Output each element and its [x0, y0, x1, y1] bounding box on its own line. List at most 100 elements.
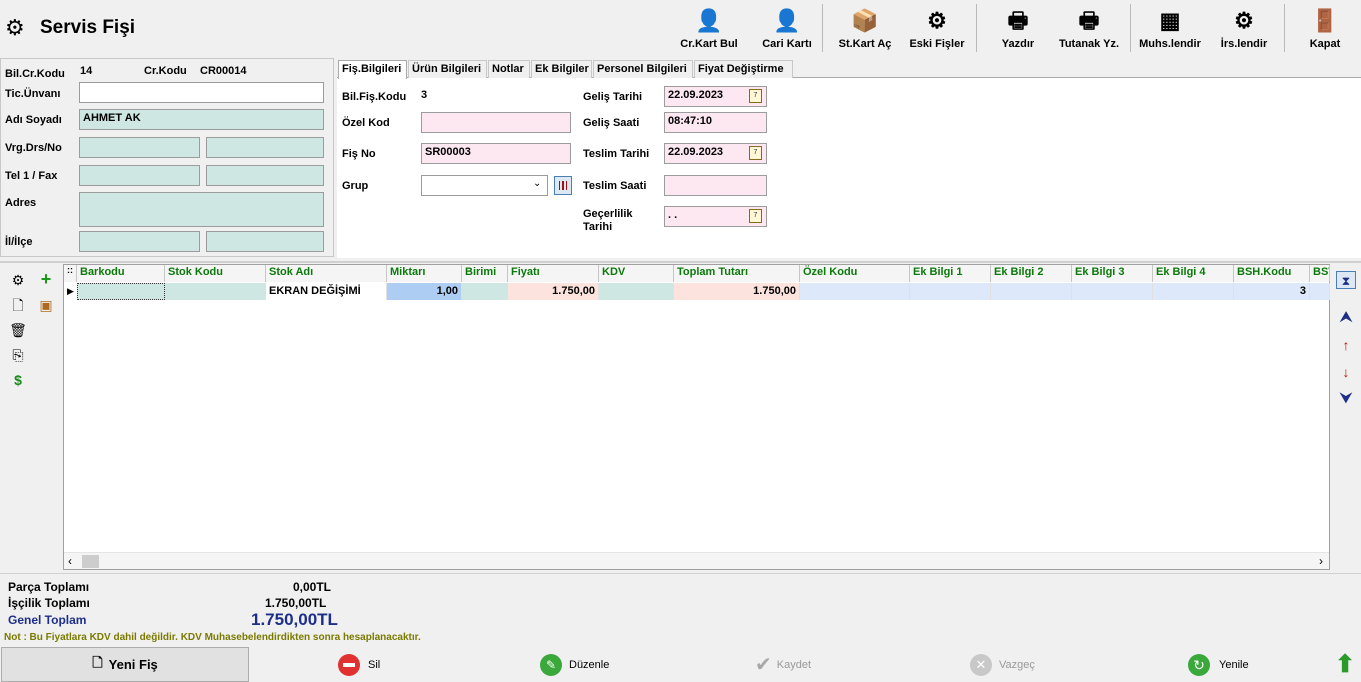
column-header[interactable]: Ek Bilgi 2 — [991, 265, 1072, 282]
grid-cell[interactable] — [1153, 283, 1234, 300]
ozel-kod-input[interactable] — [421, 112, 571, 133]
calendar-icon[interactable]: 7 — [749, 89, 762, 103]
grid-cell[interactable]: 3 — [1234, 283, 1310, 300]
toolbar-button-0[interactable]: 👤 Cr.Kart Bul — [674, 2, 744, 54]
grid-cell[interactable] — [599, 283, 674, 300]
column-header[interactable]: Ek Bilgi 1 — [910, 265, 991, 282]
column-header[interactable]: Ek Bilgi 4 — [1153, 265, 1234, 282]
calendar-icon[interactable]: 7 — [749, 146, 762, 160]
column-header[interactable]: Toplam Tutarı — [674, 265, 800, 282]
toolbar-button-3[interactable]: ⚙ Eski Fişler — [902, 2, 972, 54]
vergi-dairesi-input[interactable] — [79, 137, 200, 158]
tab-3[interactable]: Ek Bilgiler — [531, 60, 592, 78]
pause-icon — [559, 181, 567, 190]
grid-cell[interactable] — [991, 283, 1072, 300]
toolbar-button-label: Muhs.lendir — [1139, 38, 1201, 50]
tic-unvani-input[interactable] — [79, 82, 324, 103]
yeni-fis-label: Yeni Fiş — [108, 657, 158, 672]
grid-cell[interactable] — [462, 283, 508, 300]
move-up-icon[interactable]: ↑ — [1337, 336, 1355, 354]
data-grid[interactable] — [63, 264, 1330, 570]
fis-no-input[interactable]: SR00003 — [421, 143, 571, 164]
iscilik-toplami-label: İşçilik Toplamı — [8, 596, 90, 610]
scroll-top-button[interactable]: ⬆ — [1332, 647, 1358, 682]
column-header[interactable]: Fiyatı — [508, 265, 599, 282]
sil-label: Sil — [368, 658, 381, 671]
grid-cell[interactable] — [77, 283, 165, 300]
add-row-icon[interactable]: + — [37, 270, 55, 288]
gelis-saati-label: Geliş Saati — [583, 117, 640, 129]
grup-list-button[interactable] — [554, 176, 572, 195]
hourglass-icon[interactable]: ⧗ — [1336, 271, 1356, 289]
grid-cell[interactable] — [1072, 283, 1153, 300]
adres-input[interactable] — [79, 192, 324, 227]
column-header[interactable]: Stok Adı — [266, 265, 387, 282]
scroll-thumb[interactable] — [82, 555, 99, 568]
trash-icon[interactable]: 🗑 — [9, 321, 27, 339]
column-header[interactable]: Özel Kodu — [800, 265, 910, 282]
grid-cell[interactable] — [910, 283, 991, 300]
teslim-saati-input[interactable] — [664, 175, 767, 196]
column-header[interactable]: BST — [1310, 265, 1330, 282]
move-down-icon[interactable]: ↓ — [1337, 363, 1355, 381]
grid-cell[interactable]: 1,00 — [387, 283, 462, 300]
move-last-icon[interactable]: ⮟ — [1337, 390, 1355, 408]
chevron-left-icon[interactable]: ‹ — [68, 554, 72, 568]
ilce-input[interactable] — [206, 231, 324, 252]
yenile-button[interactable]: ↻ Yenile — [1188, 647, 1308, 682]
toolbar-separator — [822, 4, 823, 52]
tab-4[interactable]: Personel Bilgileri — [593, 60, 693, 78]
package-icon[interactable]: ▣ — [37, 296, 55, 314]
column-header[interactable]: Barkodu — [77, 265, 165, 282]
toolbar-button-4[interactable]: 🖶 Yazdır — [983, 2, 1053, 54]
toolbar-button-2[interactable]: 📦 St.Kart Aç — [830, 2, 900, 54]
column-header[interactable]: BSH.Kodu — [1234, 265, 1310, 282]
new-document-icon[interactable]: 🗋 — [9, 296, 27, 314]
horizontal-scrollbar[interactable]: ‹ › — [64, 552, 1329, 569]
grup-select[interactable] — [421, 175, 548, 196]
toolbar-button-8[interactable]: 🚪 Kapat — [1290, 2, 1360, 54]
chevron-down-icon[interactable]: ⌄ — [533, 178, 541, 189]
yeni-fis-button[interactable]: 🗋 Yeni Fiş — [1, 647, 249, 682]
gears-icon: ⚙ — [927, 8, 947, 33]
checkmark-icon: ✔ — [755, 654, 772, 676]
grid-cell[interactable] — [800, 283, 910, 300]
chevron-right-icon[interactable]: › — [1319, 554, 1323, 568]
tab-1[interactable]: Ürün Bilgileri — [408, 60, 487, 78]
grid-cell[interactable]: 1.750,00 — [674, 283, 800, 300]
duzenle-button[interactable]: ✎ Düzenle — [540, 647, 660, 682]
move-first-icon[interactable]: ⮝ — [1337, 309, 1355, 327]
column-header[interactable]: Ek Bilgi 3 — [1072, 265, 1153, 282]
toolbar-button-1[interactable]: 👤 Cari Kartı — [752, 2, 822, 54]
person-search-icon: 👤 — [695, 8, 723, 33]
adi-soyadi-input[interactable]: AHMET AK — [79, 109, 324, 130]
il-input[interactable] — [79, 231, 200, 252]
toolbar-button-5[interactable]: 🖶 Tutanak Yz. — [1054, 2, 1124, 54]
ozel-kod-label: Özel Kod — [342, 117, 390, 129]
vazgec-button[interactable]: ✕ Vazgeç — [970, 647, 1090, 682]
dollar-icon[interactable]: $ — [9, 371, 27, 389]
vergi-no-input[interactable] — [206, 137, 324, 158]
grid-cell[interactable]: 1.750,00 — [508, 283, 599, 300]
toolbar-button-6[interactable]: ▦ Muhs.lendir — [1135, 2, 1205, 54]
column-header[interactable]: Miktarı — [387, 265, 462, 282]
tab-panel — [337, 77, 1361, 258]
copy-document-icon[interactable]: ⎘ — [9, 346, 27, 364]
gear-icon[interactable]: ⚙ — [9, 271, 27, 289]
grid-cell[interactable] — [165, 283, 266, 300]
kaydet-button[interactable]: ✔ Kaydet — [755, 647, 875, 682]
sil-button[interactable]: Sil — [338, 647, 438, 682]
column-header[interactable]: Stok Kodu — [165, 265, 266, 282]
grid-cell[interactable]: EKRAN DEĞİŞİMİ — [266, 283, 387, 300]
toolbar-button-7[interactable]: ⚙ İrs.lendir — [1209, 2, 1279, 54]
tab-0[interactable]: Fiş.Bilgileri — [338, 60, 407, 79]
grid-cell[interactable] — [1310, 283, 1330, 300]
gelis-saati-input[interactable]: 08:47:10 — [664, 112, 767, 133]
tab-5[interactable]: Fiyat Değiştirme — [694, 60, 793, 78]
column-header[interactable]: KDV — [599, 265, 674, 282]
fax-input[interactable] — [206, 165, 324, 186]
column-header[interactable]: Birimi — [462, 265, 508, 282]
tab-2[interactable]: Notlar — [488, 60, 530, 78]
calendar-icon[interactable]: 7 — [749, 209, 762, 223]
tel-input[interactable] — [79, 165, 200, 186]
